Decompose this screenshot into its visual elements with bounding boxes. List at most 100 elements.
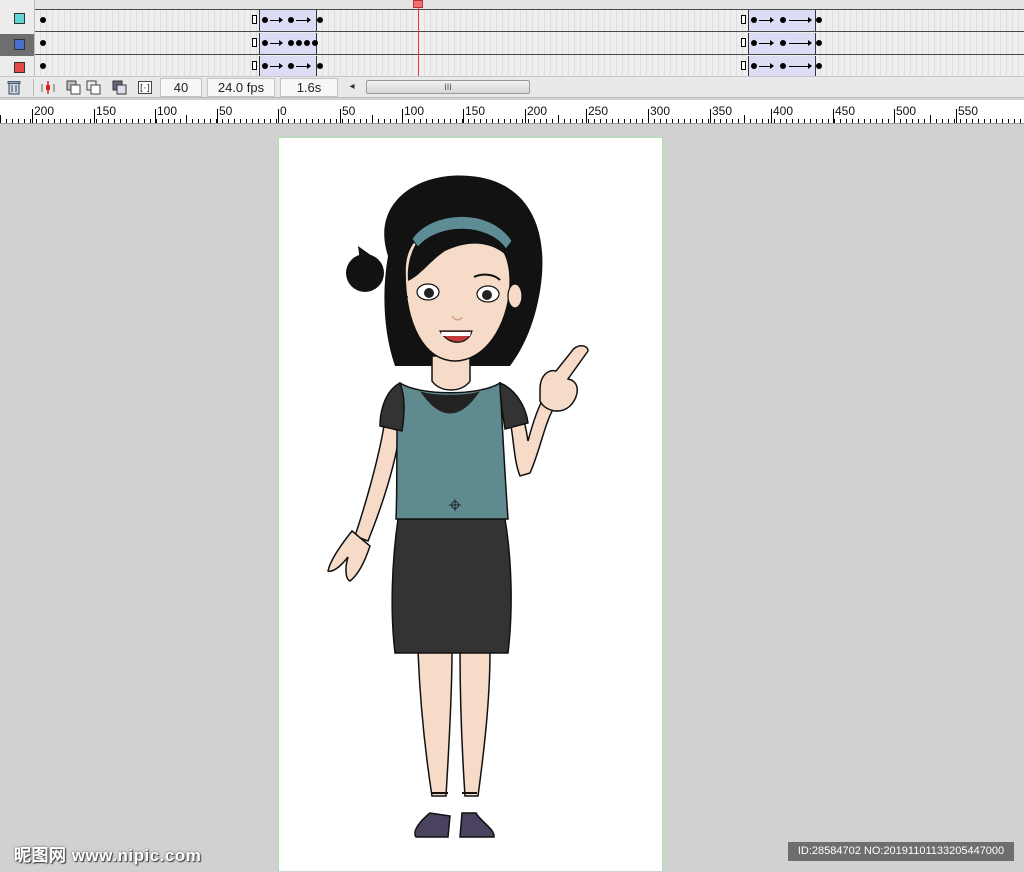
keyframe[interactable] xyxy=(304,40,310,46)
edit-multiple-frames-icon[interactable] xyxy=(112,80,128,95)
ruler-tick xyxy=(600,119,601,123)
ruler-tick xyxy=(768,119,769,123)
frames-area[interactable] xyxy=(35,0,1024,78)
hair-bun xyxy=(346,254,384,292)
ruler-tick xyxy=(720,119,721,123)
elapsed-time-field: 1.6s xyxy=(280,78,338,97)
ruler-tick xyxy=(966,119,967,123)
ruler-tick xyxy=(1008,119,1009,123)
ruler-tick xyxy=(84,119,85,123)
keyframe[interactable] xyxy=(780,17,786,23)
ruler-tick xyxy=(72,119,73,123)
ruler-tick xyxy=(678,119,679,123)
ruler-tick xyxy=(246,119,247,123)
tween-arrow xyxy=(270,17,283,23)
ruler-tick xyxy=(204,119,205,123)
keyframe[interactable] xyxy=(317,63,323,69)
ruler-tick xyxy=(408,119,409,123)
ruler-tick xyxy=(480,119,481,123)
frame-row-2[interactable] xyxy=(35,33,1024,55)
empty-keyframe[interactable] xyxy=(252,15,257,24)
ruler-tick xyxy=(42,119,43,123)
keyframe[interactable] xyxy=(288,40,294,46)
ruler-tick xyxy=(336,119,337,123)
keyframe[interactable] xyxy=(816,17,822,23)
keyframe[interactable] xyxy=(751,40,757,46)
cartoon-character[interactable] xyxy=(278,138,663,872)
keyframe[interactable] xyxy=(40,40,46,46)
keyframe[interactable] xyxy=(296,40,302,46)
watermark-right: ID:28584702 NO:20191101133205447000 xyxy=(788,842,1014,861)
ruler-tick xyxy=(780,119,781,123)
frame-row-3[interactable] xyxy=(35,56,1024,78)
layer-color-swatch xyxy=(14,13,25,24)
ruler-tick xyxy=(24,119,25,123)
keyframe[interactable] xyxy=(288,63,294,69)
ruler-tick xyxy=(330,119,331,123)
empty-keyframe[interactable] xyxy=(741,61,746,70)
keyframe[interactable] xyxy=(780,40,786,46)
ruler-tick xyxy=(258,119,259,123)
empty-keyframe[interactable] xyxy=(741,15,746,24)
ruler-tick xyxy=(546,119,547,123)
keyframe[interactable] xyxy=(288,17,294,23)
center-frame-icon[interactable] xyxy=(40,80,56,95)
layer-row-1-button[interactable] xyxy=(0,8,34,30)
ruler-tick xyxy=(744,115,745,123)
modify-onion-markers-icon[interactable]: [·] xyxy=(137,80,153,95)
keyframe[interactable] xyxy=(816,63,822,69)
ruler-major-tick xyxy=(463,109,464,123)
trash-icon[interactable] xyxy=(6,80,22,95)
keyframe[interactable] xyxy=(317,17,323,23)
ruler-tick xyxy=(1014,119,1015,123)
ruler-tick xyxy=(834,119,835,123)
tween-span[interactable] xyxy=(259,56,317,78)
ruler-major-tick xyxy=(340,109,341,123)
empty-keyframe[interactable] xyxy=(252,38,257,47)
keyframe[interactable] xyxy=(40,63,46,69)
tween-span[interactable] xyxy=(748,56,816,78)
keyframe[interactable] xyxy=(751,17,757,23)
keyframe[interactable] xyxy=(262,17,268,23)
ruler-tick xyxy=(792,119,793,123)
keyframe[interactable] xyxy=(751,63,757,69)
timeline-horizontal-scrollbar[interactable]: ◂ III xyxy=(344,79,532,95)
keyframe[interactable] xyxy=(262,63,268,69)
empty-keyframe[interactable] xyxy=(252,61,257,70)
ruler-tick xyxy=(474,119,475,123)
tween-arrow xyxy=(296,63,311,69)
ruler-tick xyxy=(0,115,1,123)
ruler-tick xyxy=(852,119,853,123)
ruler-label: 150 xyxy=(96,104,117,118)
right-sleeve xyxy=(499,381,529,430)
tween-span[interactable] xyxy=(748,33,816,54)
onion-skin-icon[interactable] xyxy=(66,80,82,95)
empty-keyframe[interactable] xyxy=(741,38,746,47)
playhead-handle[interactable] xyxy=(413,0,423,8)
keyframe[interactable] xyxy=(816,40,822,46)
ruler-tick xyxy=(864,119,865,123)
tween-span[interactable] xyxy=(259,33,318,54)
scroll-thumb[interactable]: III xyxy=(366,80,530,94)
tween-span[interactable] xyxy=(748,10,816,31)
keyframe[interactable] xyxy=(780,63,786,69)
keyframe[interactable] xyxy=(40,17,46,23)
ruler-tick xyxy=(372,115,373,123)
ruler-tick xyxy=(492,119,493,123)
ruler-tick xyxy=(930,115,931,123)
frame-row-1[interactable] xyxy=(35,10,1024,32)
onion-skin-outlines-icon[interactable] xyxy=(86,80,102,95)
frame-rate-field[interactable]: 24.0 fps xyxy=(207,78,275,97)
keyframe[interactable] xyxy=(312,40,318,46)
stage-canvas[interactable] xyxy=(278,137,663,871)
ruler-tick xyxy=(564,119,565,123)
keyframe[interactable] xyxy=(262,40,268,46)
layer-row-2-button[interactable] xyxy=(0,34,34,56)
ruler-tick xyxy=(48,119,49,123)
tween-arrow xyxy=(270,63,283,69)
scroll-left-arrow-icon[interactable]: ◂ xyxy=(346,80,358,94)
skirt xyxy=(391,518,512,654)
tween-span[interactable] xyxy=(259,10,317,31)
current-frame-field[interactable]: 40 xyxy=(160,78,202,97)
ruler-tick xyxy=(582,119,583,123)
